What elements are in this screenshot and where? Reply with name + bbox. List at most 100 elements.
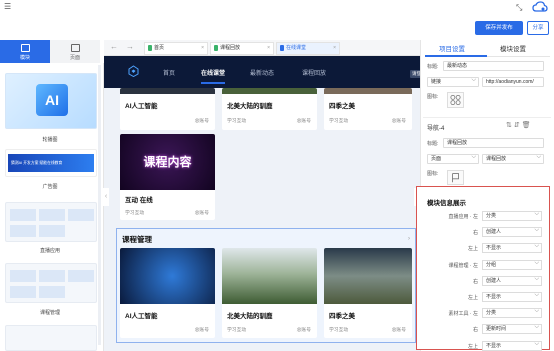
nav-item-news[interactable]: 最新动态: [250, 68, 274, 77]
tab-module[interactable]: 模块: [0, 40, 50, 63]
module-list: AI 轮播图 猜测AI 开发方案 赋能在线教育 广告图 直播应用 课程管理: [0, 63, 104, 351]
compress-icon[interactable]: ⤡: [516, 3, 522, 13]
back-arrow-icon[interactable]: ←: [110, 42, 118, 51]
module-icon: [20, 44, 30, 52]
document-icon: [214, 45, 218, 51]
nav-4-tools-icon[interactable]: ⇅⇵🗑: [506, 121, 533, 129]
grid-icon[interactable]: [447, 92, 464, 108]
nav-item-replay[interactable]: 课程回放: [302, 68, 326, 77]
tab-home[interactable]: 首页 ×: [144, 42, 208, 55]
tab-page-label: 页面: [69, 55, 80, 61]
info-row-label: 课程管理 · 左: [448, 262, 478, 269]
course-card[interactable]: AI人工智能 总账号: [120, 248, 215, 338]
info-row-label: 素材工具 · 左: [448, 311, 478, 318]
cloud-icon[interactable]: [532, 1, 548, 13]
info-row-select[interactable]: 不显示: [482, 291, 542, 302]
divider: [423, 117, 551, 118]
card-meta: 总账号: [194, 328, 209, 333]
info-row-label: 左上: [467, 246, 478, 253]
card-meta: 总账号: [391, 119, 406, 124]
info-row-label: 右: [472, 327, 478, 334]
course-mgmt-thumbnail[interactable]: [5, 263, 97, 303]
card-title: 四季之美: [329, 313, 355, 320]
info-row-label: 右: [472, 230, 478, 237]
course-card[interactable]: 四季之美 学习互动 总账号: [324, 88, 412, 130]
link-type-select[interactable]: 链接: [427, 76, 479, 87]
save-and-publish-button[interactable]: 保存并发布: [475, 21, 523, 35]
card-title: AI人工智能: [125, 313, 158, 320]
course-card[interactable]: 四季之美 学习互动 总账号: [324, 248, 412, 338]
card-meta: 总账号: [194, 211, 209, 216]
left-panel-tabs: 模块 页面: [0, 40, 100, 63]
info-row-select[interactable]: 不显示: [482, 242, 542, 254]
nav-4-type-select[interactable]: 页面: [427, 153, 479, 164]
top-bar: [0, 0, 554, 40]
nav-item-online-class[interactable]: 在线课堂: [201, 68, 225, 77]
module-info-title: 模块信息展示: [427, 200, 466, 207]
tab-home-label: 首页: [154, 45, 165, 51]
forward-arrow-icon[interactable]: →: [126, 42, 134, 51]
section-title: 课程管理: [122, 235, 152, 244]
info-row-select[interactable]: 分组: [482, 259, 542, 270]
info-row-label: 右: [472, 278, 478, 285]
info-row-label: 直播应用 · 左: [448, 214, 478, 220]
card-subtitle: 学习互动: [329, 328, 349, 333]
tab-active-indicator: [425, 55, 487, 57]
card-meta: 总账号: [296, 119, 311, 124]
ai-graphic: AI: [36, 84, 68, 116]
carousel-thumbnail[interactable]: AI: [5, 73, 97, 129]
tab-page[interactable]: 页面: [50, 40, 100, 63]
nav-4-page-select[interactable]: 课程回放: [482, 153, 544, 164]
tab-module-label: 模块: [19, 55, 30, 61]
share-button[interactable]: 分享: [527, 21, 549, 35]
info-row-select[interactable]: 更新时间: [482, 323, 542, 335]
info-row-select[interactable]: 分类: [482, 210, 542, 221]
tab-course-replay[interactable]: 课程回放 ×: [210, 42, 274, 55]
info-row-select[interactable]: 创建人: [482, 275, 542, 286]
module-label-course-mgmt: 课程管理: [39, 310, 60, 316]
course-card[interactable]: 课程内容 互动 在线 学习互动 总账号: [120, 134, 215, 220]
info-row-select[interactable]: 创建人: [482, 226, 542, 238]
more-thumbnail[interactable]: [5, 325, 97, 351]
course-card[interactable]: AI人工智能 总账号: [120, 88, 215, 130]
module-label-carousel: 轮播图: [42, 137, 58, 143]
card-subtitle: 学习互动: [125, 211, 145, 216]
module-label-live-app: 直播应用: [39, 248, 60, 254]
info-row-label: 左上: [467, 343, 478, 350]
tab-online-class[interactable]: 在线课堂 ×: [276, 42, 340, 55]
more-arrow-icon[interactable]: ›: [408, 236, 410, 242]
page-icon: [70, 44, 80, 52]
nav-4-title-input[interactable]: 课程回放: [443, 138, 544, 148]
info-row-select[interactable]: 不显示: [482, 340, 542, 351]
icon-label: 图标:: [427, 94, 439, 100]
reindeer-image: [222, 248, 317, 304]
collapse-left-icon[interactable]: ‹: [103, 188, 109, 206]
card-title: 北美大陆的驯鹿: [227, 313, 273, 320]
card-subtitle: 学习互动: [329, 119, 349, 124]
close-icon[interactable]: ×: [333, 43, 336, 54]
menu-icon[interactable]: ☰: [4, 3, 11, 11]
card-title: 北美大陆的驯鹿: [227, 103, 273, 110]
ad-thumbnail[interactable]: 猜测AI 开发方案 赋能在线教育: [5, 149, 97, 177]
course-card[interactable]: 北美大陆的驯鹿 学习互动 总账号: [222, 88, 317, 130]
card-meta: 总账号: [296, 328, 311, 333]
tab-project-settings[interactable]: 项目设置: [439, 43, 465, 53]
link-url-input[interactable]: http://aodianyun.com/: [482, 77, 544, 87]
tab-course-replay-label: 课程回放: [220, 45, 241, 51]
left-scrollbar[interactable]: [98, 65, 101, 345]
info-row-label: 左上: [467, 295, 478, 301]
course-card[interactable]: 北美大陆的驯鹿 学习互动 总账号: [222, 248, 317, 338]
live-app-thumbnail[interactable]: [5, 202, 97, 242]
info-row-select[interactable]: 分类: [482, 307, 542, 319]
card-meta: 总账号: [391, 328, 406, 333]
close-icon[interactable]: ×: [201, 43, 204, 54]
tab-module-settings[interactable]: 模块设置: [500, 43, 526, 53]
close-icon[interactable]: ×: [267, 43, 270, 54]
nav-item-home[interactable]: 首页: [163, 68, 175, 77]
flag-icon[interactable]: [447, 170, 464, 185]
nav-4-icon-label: 图标:: [427, 171, 439, 177]
course-content-image: 课程内容: [120, 134, 215, 190]
card-subtitle: 学习互动: [227, 328, 247, 333]
card-title: 互动 在线: [125, 197, 153, 204]
title-input[interactable]: 最新动态: [443, 61, 544, 71]
